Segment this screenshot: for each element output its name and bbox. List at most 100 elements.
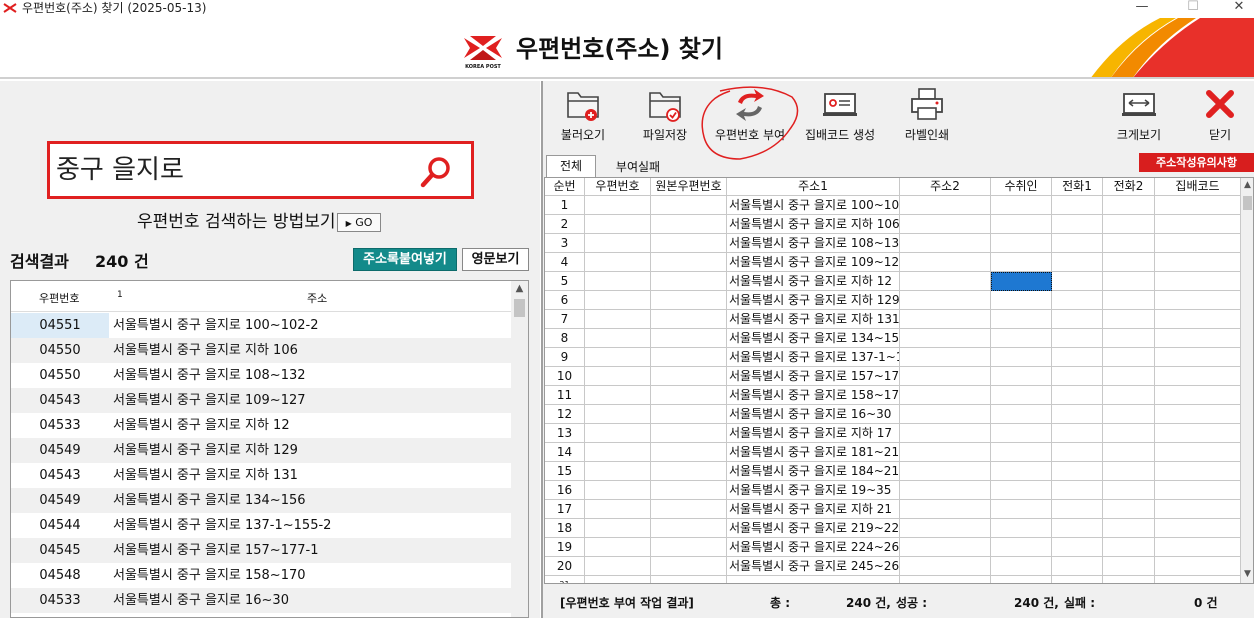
result-row[interactable]: 04543 서울특별시 중구 을지로 109~127 xyxy=(11,388,511,413)
grid-row-number[interactable]: 11 xyxy=(545,386,585,405)
grid-cell[interactable] xyxy=(651,519,727,538)
grid-cell[interactable] xyxy=(991,424,1052,443)
grid-cell[interactable] xyxy=(651,386,727,405)
grid-cell[interactable] xyxy=(1155,253,1241,272)
grid-column-header[interactable]: 원본우편번호 xyxy=(651,178,727,196)
grid-cell[interactable] xyxy=(1155,538,1241,557)
grid-cell[interactable] xyxy=(585,348,651,367)
result-row[interactable]: 04543 서울특별시 중구 을지로 지하 131 xyxy=(11,463,511,488)
grid-cell[interactable] xyxy=(900,424,991,443)
grid-cell[interactable] xyxy=(900,291,991,310)
grid-column-header[interactable]: 우편번호 xyxy=(585,178,651,196)
grid-address1-cell[interactable]: 서울특별시 중구 을지로 지하 129 xyxy=(727,291,900,310)
paste-to-address-book-button[interactable]: 주소록붙여넣기 xyxy=(353,248,457,271)
grid-cell[interactable] xyxy=(585,329,651,348)
grid-cell[interactable] xyxy=(900,576,991,583)
grid-address1-cell[interactable]: 서울특별시 중구 을지로 16~30 xyxy=(727,405,900,424)
grid-cell[interactable] xyxy=(651,272,727,291)
grid-row-number[interactable]: 2 xyxy=(545,215,585,234)
grid-cell[interactable] xyxy=(651,348,727,367)
grid-cell[interactable] xyxy=(1052,424,1103,443)
generate-barcode-button[interactable]: 집배코드 생성 xyxy=(800,86,880,148)
grid-cell[interactable] xyxy=(585,196,651,215)
grid-cell[interactable] xyxy=(1052,462,1103,481)
grid-address1-cell[interactable]: 서울특별시 중구 을지로 지하 12 xyxy=(727,272,900,291)
grid-row-number[interactable]: 14 xyxy=(545,443,585,462)
grid-address1-cell[interactable]: 서울특별시 중구 을지로 100~102-2 xyxy=(727,196,900,215)
grid-cell[interactable] xyxy=(1052,253,1103,272)
grid-cell[interactable] xyxy=(651,500,727,519)
grid-cell[interactable] xyxy=(651,329,727,348)
grid-cell[interactable] xyxy=(1155,272,1241,291)
grid-row-number[interactable]: 13 xyxy=(545,424,585,443)
grid-cell[interactable] xyxy=(1155,443,1241,462)
grid-cell[interactable] xyxy=(900,348,991,367)
grid-cell[interactable] xyxy=(585,443,651,462)
grid-cell[interactable] xyxy=(991,253,1052,272)
grid-cell[interactable] xyxy=(900,500,991,519)
close-window-button[interactable]: ✕ xyxy=(1224,0,1254,14)
grid-column-header[interactable]: 순번 xyxy=(545,178,585,196)
search-box[interactable]: 중구 을지로 xyxy=(47,141,474,199)
search-input[interactable]: 중구 을지로 xyxy=(56,154,184,186)
grid-cell[interactable] xyxy=(585,291,651,310)
grid-cell[interactable] xyxy=(651,424,727,443)
grid-cell[interactable] xyxy=(991,215,1052,234)
grid-cell[interactable] xyxy=(1103,443,1155,462)
grid-cell[interactable] xyxy=(1155,424,1241,443)
grid-cell[interactable] xyxy=(1052,367,1103,386)
grid-cell[interactable] xyxy=(651,481,727,500)
grid-cell[interactable] xyxy=(585,462,651,481)
grid-cell[interactable] xyxy=(1052,272,1103,291)
grid-cell[interactable] xyxy=(900,405,991,424)
open-file-button[interactable]: 불러오기 xyxy=(552,86,614,148)
grid-address1-cell[interactable]: 서울특별시 중구 을지로 지하 131 xyxy=(727,310,900,329)
grid-cell[interactable] xyxy=(1103,215,1155,234)
result-row[interactable]: 04544 서울특별시 중구 을지로 137-1~155-2 xyxy=(11,513,511,538)
grid-cell[interactable] xyxy=(991,367,1052,386)
grid-cell[interactable] xyxy=(1155,348,1241,367)
scroll-down-icon[interactable]: ▼ xyxy=(1241,569,1253,579)
grid-cell[interactable] xyxy=(1103,519,1155,538)
grid-cell[interactable] xyxy=(1103,253,1155,272)
grid-cell[interactable] xyxy=(651,215,727,234)
grid-cell[interactable] xyxy=(585,576,651,583)
grid-address1-cell[interactable]: 서울특별시 중구 을지로 지하 21 xyxy=(727,500,900,519)
result-row[interactable]: 04533 서울특별시 중구 을지로 지하 12 xyxy=(11,413,511,438)
grid-cell[interactable] xyxy=(1155,557,1241,576)
grid-row-number[interactable]: 7 xyxy=(545,310,585,329)
grid-address1-cell[interactable]: 서울특별시 중구 을지로 108~132 xyxy=(727,234,900,253)
grid-address1-cell[interactable]: 서울특별시 중구 을지로 137-1~155-2 xyxy=(727,348,900,367)
grid-cell[interactable] xyxy=(991,500,1052,519)
grid-cell[interactable] xyxy=(651,443,727,462)
grid-cell[interactable] xyxy=(585,538,651,557)
grid-column-header[interactable]: 전화2 xyxy=(1103,178,1155,196)
grid-address1-cell[interactable]: 서울특별시 중구 을지로 109~127 xyxy=(727,253,900,272)
grid-cell[interactable] xyxy=(991,348,1052,367)
grid-row-number[interactable]: 9 xyxy=(545,348,585,367)
grid-row-number[interactable]: 20 xyxy=(545,557,585,576)
grid-cell[interactable] xyxy=(585,367,651,386)
result-row[interactable]: 04533 서울특별시 중구 을지로 16~30 xyxy=(11,588,511,613)
label-print-button[interactable]: 라벨인쇄 xyxy=(898,86,956,148)
grid-cell[interactable] xyxy=(1155,329,1241,348)
grid-cell[interactable] xyxy=(900,234,991,253)
grid-cell[interactable] xyxy=(585,500,651,519)
grid-cell[interactable] xyxy=(1155,196,1241,215)
grid-row-number[interactable]: 16 xyxy=(545,481,585,500)
grid-cell[interactable] xyxy=(1052,234,1103,253)
grid-cell[interactable] xyxy=(1052,348,1103,367)
grid-cell[interactable] xyxy=(1155,291,1241,310)
grid-column-header[interactable]: 주소1 xyxy=(727,178,900,196)
grid-column-header[interactable]: 주소2 xyxy=(900,178,991,196)
grid-cell[interactable] xyxy=(900,367,991,386)
grid-cell[interactable] xyxy=(1155,386,1241,405)
grid-cell[interactable] xyxy=(585,234,651,253)
grid-column-header[interactable]: 집배코드 xyxy=(1155,178,1241,196)
grid-cell[interactable] xyxy=(651,367,727,386)
grid-cell[interactable] xyxy=(900,462,991,481)
grid-address1-cell[interactable]: 서울특별시 중구 을지로 184~216 xyxy=(727,462,900,481)
grid-address1-cell[interactable]: 서울특별시 중구 을지로 245~261 xyxy=(727,557,900,576)
enlarge-button[interactable]: 크게보기 xyxy=(1110,86,1168,148)
grid-row-number[interactable]: 10 xyxy=(545,367,585,386)
